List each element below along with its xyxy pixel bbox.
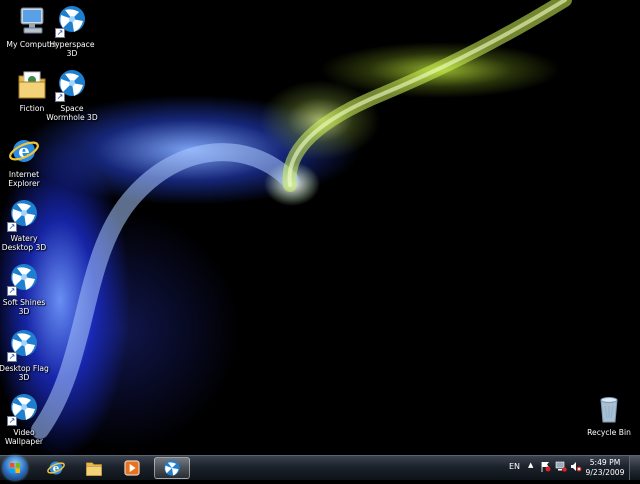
desktop-icon-label: Video Wallpaper — [5, 428, 43, 446]
recycle-bin-icon — [592, 392, 626, 426]
desktop-icon-desktop-flag-3d[interactable]: ↗ Desktop Flag 3D — [0, 328, 56, 382]
action-center-flag-icon[interactable] — [540, 461, 551, 474]
desktop-icon-internet-explorer[interactable]: e Internet Explorer — [0, 134, 56, 188]
desktop-icon-recycle-bin[interactable]: Recycle Bin — [577, 392, 640, 437]
desktop[interactable]: My Computer ↗ Hyperspace 3D Fiction ↗ Sp… — [0, 0, 640, 455]
taskbar-internet-explorer-button[interactable]: e — [38, 457, 74, 479]
start-button[interactable] — [3, 456, 27, 480]
internet-explorer-icon: e — [7, 134, 41, 168]
desktop-icon-label: Internet Explorer — [8, 170, 40, 188]
system-tray: EN ▲ 5:49 PM 9/23/2009 — [500, 456, 640, 480]
shortcut-arrow-icon: ↗ — [7, 416, 17, 426]
shortcut-arrow-icon: ↗ — [55, 92, 65, 102]
desktop-icon-label: Space Wormhole 3D — [46, 104, 98, 122]
media-player-icon — [124, 460, 140, 476]
desktop-icon-hyperspace-3d[interactable]: ↗ Hyperspace 3D — [40, 4, 104, 58]
network-icon[interactable] — [555, 461, 567, 474]
taskbar-windows-explorer-button[interactable] — [76, 457, 112, 479]
desktop-icon-label: Soft Shines 3D — [2, 298, 46, 316]
shortcut-arrow-icon: ↗ — [7, 286, 17, 296]
volume-muted-icon[interactable] — [570, 461, 582, 474]
desktop-icon-label: Watery Desktop 3D — [1, 234, 47, 252]
show-hidden-icons-arrow-icon[interactable]: ▲ — [528, 461, 533, 469]
dreamscene-app-icon: ↗ — [7, 328, 41, 362]
dreamscene-app-icon: ↗ — [7, 262, 41, 296]
dreamscene-app-icon — [164, 460, 180, 476]
desktop-icon-soft-shines-3d[interactable]: ↗ Soft Shines 3D — [0, 262, 56, 316]
clock-date: 9/23/2009 — [585, 468, 625, 477]
desktop-icon-label: Desktop Flag 3D — [0, 364, 49, 382]
taskbar-active-app-button[interactable] — [154, 457, 190, 479]
dreamscene-app-icon: ↗ — [55, 68, 89, 102]
taskbar-clock[interactable]: 5:49 PM 9/23/2009 — [582, 458, 628, 478]
dreamscene-app-icon: ↗ — [55, 4, 89, 38]
taskbar: e EN ▲ 5:49 PM 9/23/2009 — [0, 455, 640, 480]
shortcut-arrow-icon: ↗ — [7, 352, 17, 362]
taskbar-media-player-button[interactable] — [114, 457, 150, 479]
desktop-icon-video-wallpaper[interactable]: ↗ Video Wallpaper — [0, 392, 56, 446]
internet-explorer-icon: e — [47, 461, 65, 475]
show-desktop-button[interactable] — [629, 456, 640, 480]
windows-logo-icon — [10, 463, 20, 473]
shortcut-arrow-icon: ↗ — [55, 28, 65, 38]
clock-time: 5:49 PM — [589, 458, 621, 467]
folder-icon — [86, 462, 102, 476]
dreamscene-app-icon: ↗ — [7, 198, 41, 232]
language-indicator[interactable]: EN — [509, 462, 520, 471]
desktop-icon-label: Hyperspace 3D — [49, 40, 95, 58]
shortcut-arrow-icon: ↗ — [7, 222, 17, 232]
desktop-icon-label: Recycle Bin — [587, 428, 631, 437]
desktop-icon-space-wormhole-3d[interactable]: ↗ Space Wormhole 3D — [40, 68, 104, 122]
desktop-icon-watery-desktop-3d[interactable]: ↗ Watery Desktop 3D — [0, 198, 56, 252]
dreamscene-app-icon: ↗ — [7, 392, 41, 426]
